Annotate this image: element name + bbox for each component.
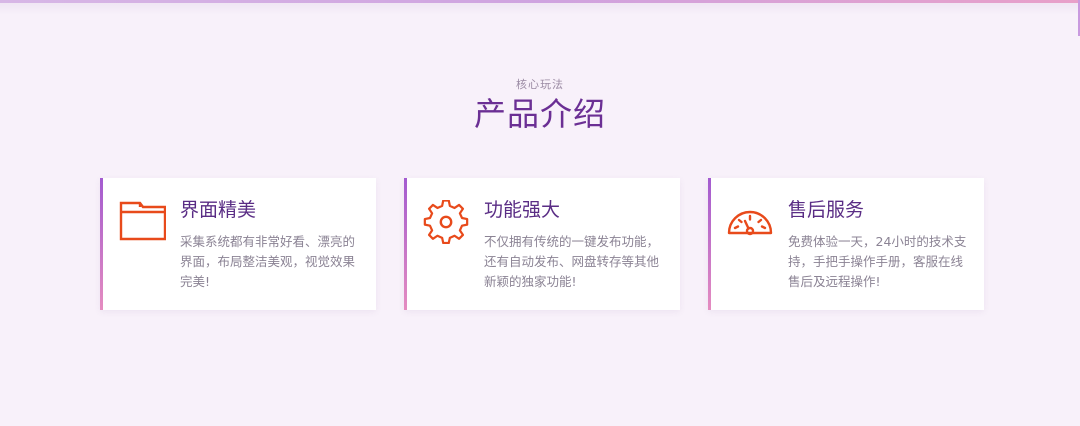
feature-description: 免费体验一天，24小时的技术支持，手把手操作手册，客服在线售后及远程操作! — [788, 234, 967, 289]
feature-card-service: 售后服务 免费体验一天，24小时的技术支持，手把手操作手册，客服在线售后及远程操… — [708, 178, 984, 310]
feature-title: 界面精美 — [180, 199, 257, 221]
section-eyebrow: 核心玩法 — [516, 78, 564, 91]
header-shadow — [0, 3, 1080, 15]
feature-card-interface: 界面精美 采集系统都有非常好看、漂亮的界面，布局整洁美观，视觉效果完美! — [100, 178, 376, 310]
speedometer-icon — [726, 200, 774, 244]
gear-icon — [422, 199, 470, 245]
section-title: 产品介绍 — [473, 95, 606, 133]
section-header: 核心玩法 产品介绍 — [0, 78, 1080, 134]
folder-icon — [118, 200, 167, 244]
feature-title: 售后服务 — [788, 199, 865, 221]
feature-description: 采集系统都有非常好看、漂亮的界面，布局整洁美观，视觉效果完美! — [180, 234, 356, 289]
feature-description: 不仅拥有传统的一键发布功能，还有自动发布、网盘转存等其他新颖的独家功能! — [484, 234, 660, 289]
feature-cards: 界面精美 采集系统都有非常好看、漂亮的界面，布局整洁美观，视觉效果完美! 功能强… — [100, 178, 984, 310]
feature-card-power: 功能强大 不仅拥有传统的一键发布功能，还有自动发布、网盘转存等其他新颖的独家功能… — [404, 178, 680, 310]
feature-title: 功能强大 — [484, 199, 561, 221]
